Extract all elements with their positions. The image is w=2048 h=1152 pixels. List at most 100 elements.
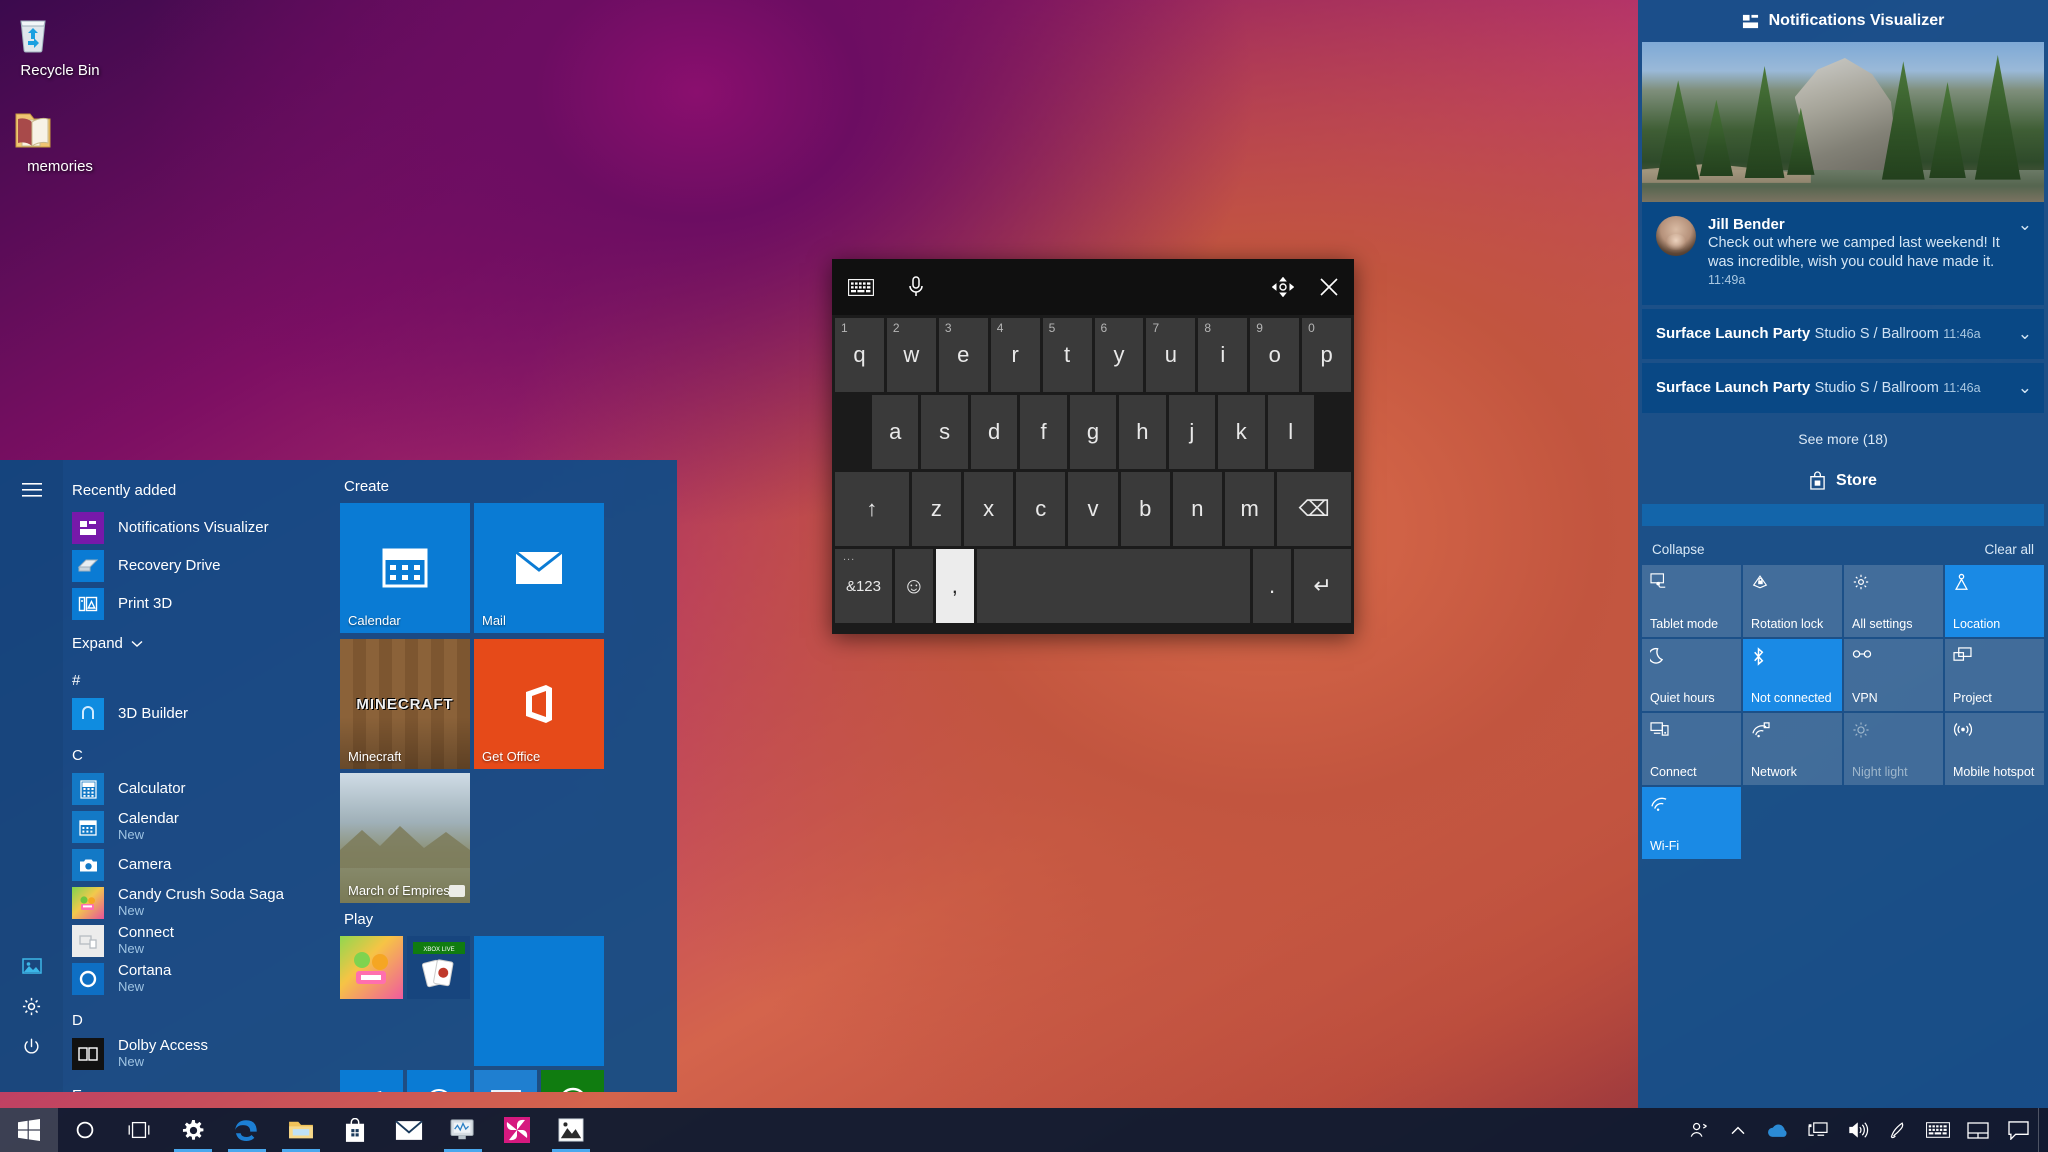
key-l[interactable]: l: [1267, 395, 1314, 469]
toast-notification[interactable]: Jill Bender Check out where we camped la…: [1642, 42, 2044, 306]
keyboard-layout-icon[interactable]: [848, 278, 874, 296]
quick-action-quiet-hours[interactable]: Quiet hours: [1642, 639, 1741, 712]
tile-get-office[interactable]: Get Office: [474, 639, 604, 769]
quick-action-bluetooth[interactable]: Not connected: [1743, 639, 1842, 712]
notification-item[interactable]: Surface Launch Party Studio S / Ballroom…: [1642, 309, 2044, 360]
app-list-item[interactable]: Connect New: [67, 922, 334, 960]
key-g[interactable]: g: [1069, 395, 1117, 469]
expand-button[interactable]: Expand: [63, 623, 334, 658]
tray-people[interactable]: [1678, 1108, 1718, 1152]
see-more-button[interactable]: See more (18): [1638, 413, 2048, 461]
app-list-item[interactable]: Dolby Access New: [67, 1035, 334, 1073]
key-j[interactable]: j: [1168, 395, 1216, 469]
key-space[interactable]: [976, 549, 1251, 623]
key-y[interactable]: 6y: [1094, 318, 1144, 392]
key-shift[interactable]: ↑: [835, 472, 909, 546]
taskbar-photos[interactable]: [544, 1108, 598, 1152]
tile-play-empty[interactable]: [474, 936, 604, 1066]
key-t[interactable]: 5t: [1042, 318, 1092, 392]
key-k[interactable]: k: [1218, 395, 1265, 469]
key-d[interactable]: d: [970, 395, 1018, 469]
app-list-item[interactable]: 3D Builder: [67, 695, 334, 733]
taskbar-store[interactable]: [328, 1108, 382, 1152]
quick-action-mobile-hotspot[interactable]: Mobile hotspot: [1945, 713, 2044, 786]
quick-action-all-settings[interactable]: All settings: [1844, 565, 1943, 638]
tray-touchpad[interactable]: [1958, 1108, 1998, 1152]
key-backspace[interactable]: ⌫: [1277, 472, 1352, 546]
desktop-icon-recycle-bin[interactable]: Recycle Bin: [10, 10, 110, 79]
taskbar-cortana-search[interactable]: [58, 1108, 112, 1152]
key-o[interactable]: 9o: [1250, 318, 1300, 392]
key-z[interactable]: z: [911, 472, 961, 546]
key-emoji[interactable]: ☺: [894, 549, 933, 623]
quick-action-rotation-lock[interactable]: Rotation lock: [1743, 565, 1842, 638]
app-list-item[interactable]: Calendar New: [67, 808, 334, 846]
key-w[interactable]: 2w: [886, 318, 936, 392]
tray-network[interactable]: [1798, 1108, 1838, 1152]
taskbar-mail[interactable]: [382, 1108, 436, 1152]
key-p[interactable]: 0p: [1302, 318, 1352, 392]
key-u[interactable]: 7u: [1146, 318, 1196, 392]
key-numeric-symbols[interactable]: ... &123: [835, 549, 892, 623]
key-s[interactable]: s: [921, 395, 968, 469]
key-i[interactable]: 8i: [1198, 318, 1248, 392]
tile-mail[interactable]: Mail: [474, 503, 604, 633]
quick-action-vpn[interactable]: VPN: [1844, 639, 1943, 712]
key-b[interactable]: b: [1120, 472, 1170, 546]
quick-action-wifi[interactable]: Wi-Fi: [1642, 787, 1741, 860]
tray-action-center[interactable]: [1998, 1108, 2038, 1152]
tile-movies-tv[interactable]: [340, 1070, 403, 1092]
taskbar-microsoft-edge[interactable]: [220, 1108, 274, 1152]
move-handle-icon[interactable]: [1272, 277, 1294, 297]
chevron-down-icon[interactable]: ⌄: [2012, 216, 2032, 233]
key-f[interactable]: f: [1020, 395, 1067, 469]
key-enter[interactable]: ↵: [1294, 549, 1351, 623]
app-list-item[interactable]: Cortana New: [67, 960, 334, 998]
key-n[interactable]: n: [1172, 472, 1223, 546]
taskbar-settings[interactable]: [166, 1108, 220, 1152]
quick-action-project[interactable]: Project: [1945, 639, 2044, 712]
app-list-item[interactable]: Calculator: [67, 770, 334, 808]
taskbar-file-explorer[interactable]: [274, 1108, 328, 1152]
key-m[interactable]: m: [1225, 472, 1275, 546]
tray-volume[interactable]: [1838, 1108, 1878, 1152]
chevron-down-icon[interactable]: ⌄: [2012, 325, 2032, 342]
key-e[interactable]: 3e: [938, 318, 988, 392]
store-group-header[interactable]: Store: [1638, 461, 2048, 504]
key-h[interactable]: h: [1119, 395, 1166, 469]
tile-candy-crush[interactable]: [340, 936, 403, 999]
tray-show-hidden-icons[interactable]: [1718, 1108, 1758, 1152]
app-list-item[interactable]: Recovery Drive: [67, 547, 334, 585]
show-desktop-button[interactable]: [2038, 1108, 2048, 1152]
desktop-icon-memories[interactable]: memories: [10, 108, 110, 175]
tile-solitaire[interactable]: XBOX LIVE: [407, 936, 470, 999]
tile-march-of-empires[interactable]: March of Empires: [340, 773, 470, 903]
tile-calendar[interactable]: Calendar: [340, 503, 470, 633]
quick-action-connect[interactable]: Connect: [1642, 713, 1741, 786]
key-c[interactable]: c: [1016, 472, 1066, 546]
app-list-item[interactable]: Notifications Visualizer: [67, 509, 334, 547]
taskbar-windows-app[interactable]: [490, 1108, 544, 1152]
app-list-item[interactable]: Camera: [67, 846, 334, 884]
key-v[interactable]: v: [1068, 472, 1118, 546]
tray-pen-workspace[interactable]: [1878, 1108, 1918, 1152]
chevron-down-icon[interactable]: ⌄: [2012, 379, 2032, 396]
power-button[interactable]: [0, 1020, 63, 1072]
quick-action-night-light[interactable]: Night light: [1844, 713, 1943, 786]
hamburger-button[interactable]: [0, 464, 63, 516]
tray-touch-keyboard[interactable]: [1918, 1108, 1958, 1152]
taskbar-task-view[interactable]: [112, 1108, 166, 1152]
key-q[interactable]: 1q: [835, 318, 884, 392]
microphone-icon[interactable]: [908, 276, 924, 298]
notification-item[interactable]: Surface Launch Party Studio S / Ballroom…: [1642, 363, 2044, 414]
tile-xbox[interactable]: [541, 1070, 604, 1092]
collapse-button[interactable]: Collapse: [1652, 542, 1705, 557]
key-x[interactable]: x: [964, 472, 1014, 546]
start-button[interactable]: [0, 1108, 58, 1152]
tile-photos[interactable]: [474, 1070, 537, 1092]
close-icon[interactable]: [1320, 278, 1338, 296]
clear-all-button[interactable]: Clear all: [1984, 542, 2034, 557]
quick-action-tablet-mode[interactable]: Tablet mode: [1642, 565, 1741, 638]
key-a[interactable]: a: [872, 395, 919, 469]
taskbar-notifications-visualizer[interactable]: [436, 1108, 490, 1152]
